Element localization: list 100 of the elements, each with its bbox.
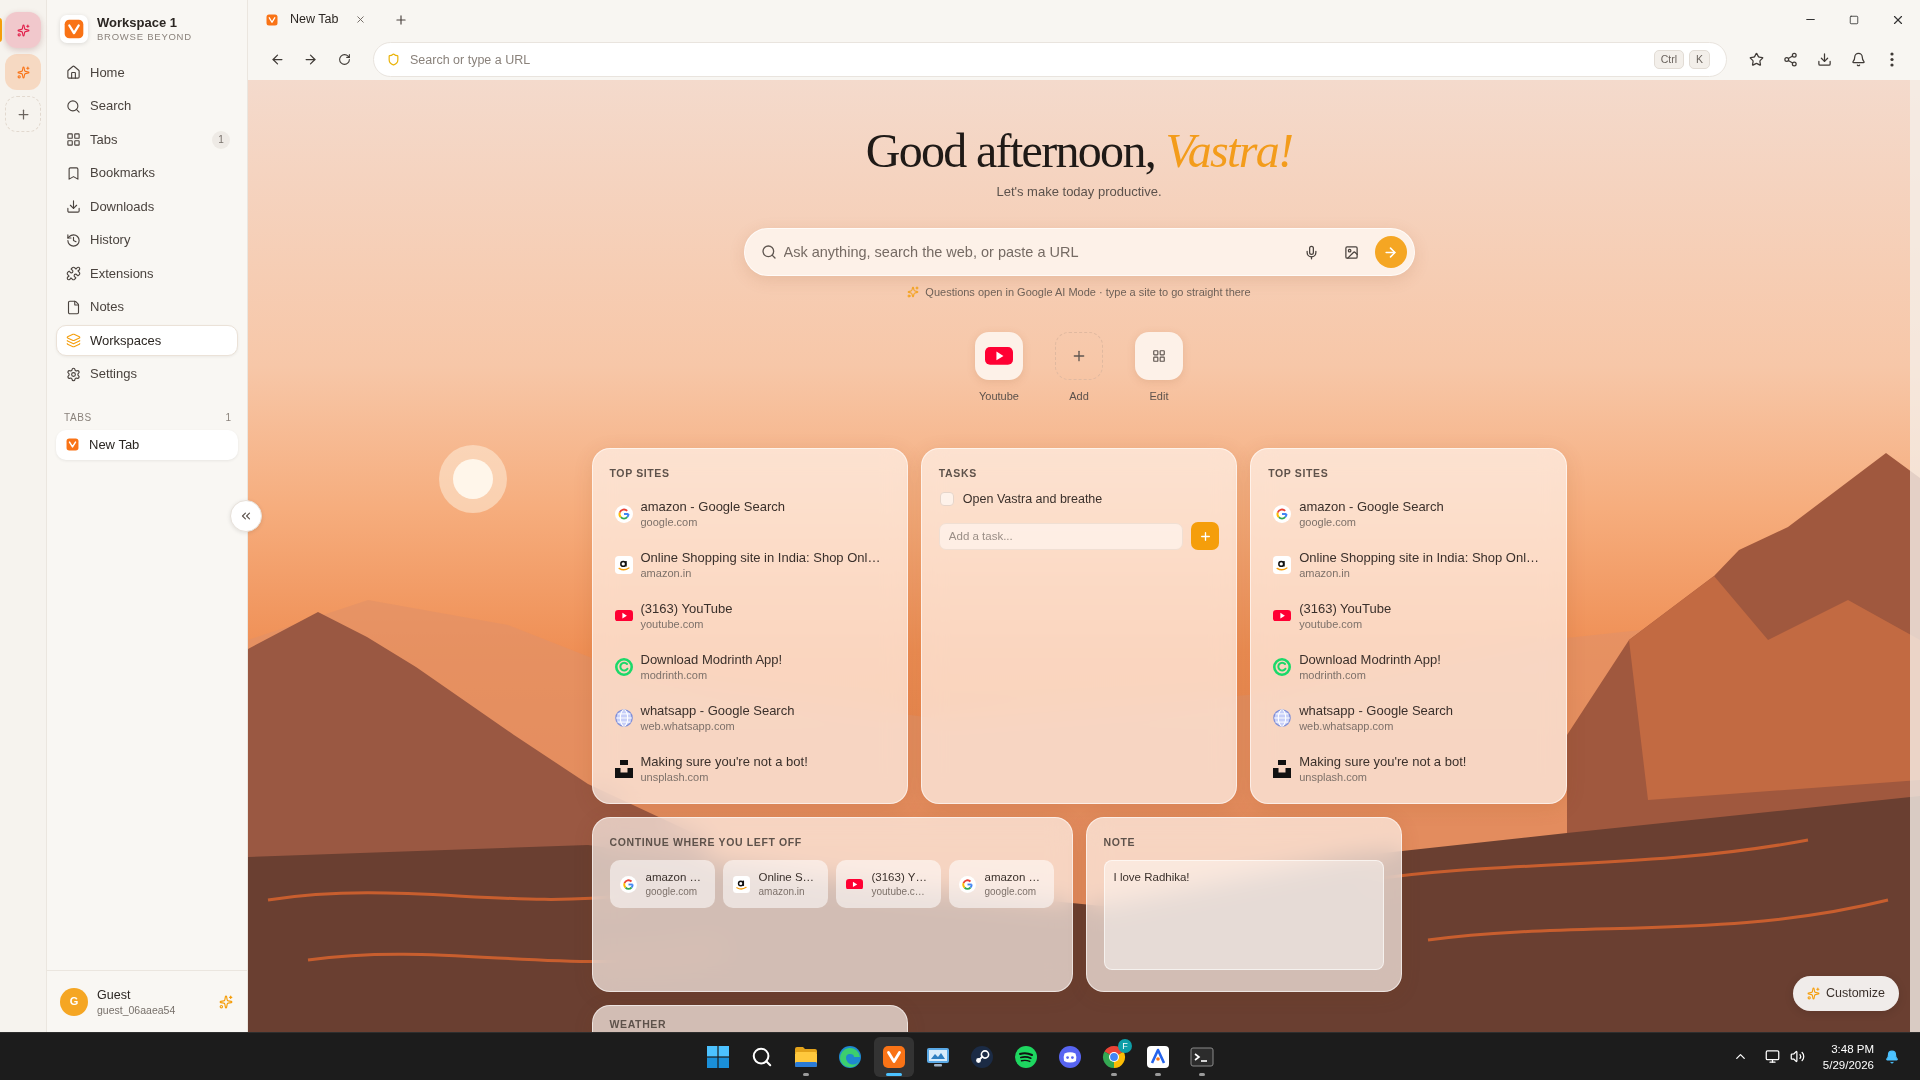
customize-button[interactable]: Customize <box>1792 976 1899 1011</box>
maximize-icon <box>1849 14 1859 25</box>
nav-item[interactable]: Settings <box>56 358 238 390</box>
sparkle-icon <box>1806 987 1820 1000</box>
smile-logo-icon <box>732 875 750 893</box>
bell-icon <box>1885 1049 1899 1064</box>
block-logo-icon <box>1273 759 1292 778</box>
clock[interactable]: 3:48 PM 5/29/2026 <box>1812 1036 1878 1077</box>
screen-icon <box>926 1045 950 1068</box>
sparkle-icon <box>219 994 233 1009</box>
g-logo-icon <box>958 875 976 893</box>
terminal-icon <box>1190 1045 1214 1068</box>
site-link[interactable]: whatsapp - Google Search web.whatsapp.com <box>609 692 890 743</box>
workspace-button[interactable] <box>5 12 41 48</box>
shortcut-label: Youtube <box>979 389 1019 403</box>
settings-icon <box>66 366 81 382</box>
site-link[interactable]: Download Modrinth App! modrinth.com <box>1268 641 1549 692</box>
menu-icon <box>1890 52 1894 67</box>
widget-heading: WEATHER <box>609 1018 668 1030</box>
tab-list-item[interactable]: New Tab <box>56 429 238 460</box>
site-link[interactable]: Online Shopping site in India: Shop Onl… amazon.in <box>609 539 890 590</box>
nav-item[interactable]: Bookmarks <box>56 157 238 189</box>
workspace-name: Workspace 1 <box>97 15 178 31</box>
image-icon <box>1344 244 1359 260</box>
smile-logo-icon <box>1273 555 1292 574</box>
plus-icon <box>1198 529 1212 543</box>
globe-icon <box>614 708 633 727</box>
task-input[interactable]: Add a task... <box>938 522 1184 550</box>
document-icon <box>66 299 81 315</box>
site-link[interactable]: whatsapp - Google Search web.whatsapp.com <box>1268 692 1549 743</box>
shortcut-tile[interactable] <box>975 332 1023 380</box>
search-icon <box>751 1045 773 1068</box>
note-field[interactable]: I love Radhika! <box>1103 860 1384 970</box>
count-badge: 1 <box>212 130 230 149</box>
widget-heading: CONTINUE WHERE YOU LEFT OFF <box>609 835 803 849</box>
plus-icon <box>394 12 409 27</box>
nav-item[interactable]: Extensions <box>56 258 238 289</box>
site-link[interactable]: Making sure you're not a bot! unsplash.com <box>1268 743 1549 794</box>
avatar: G <box>60 987 88 1016</box>
site-link[interactable]: Making sure you're not a bot! unsplash.com <box>609 743 890 794</box>
profile-badge: F <box>1118 1038 1132 1053</box>
site-link[interactable]: (3163) YouTube youtube.com <box>609 590 890 641</box>
browser-tab[interactable]: New Tab <box>254 4 375 35</box>
recent-page-link[interactable]: amazon … google.com <box>948 860 1054 908</box>
nav-item[interactable]: Search <box>56 90 238 122</box>
edit-shortcuts-button[interactable] <box>1135 332 1183 380</box>
user-name: Guest <box>97 986 132 1003</box>
layers-icon <box>66 333 81 348</box>
v-logo-icon <box>66 438 79 451</box>
site-link[interactable]: amazon - Google Search google.com <box>609 488 890 539</box>
nav-item[interactable]: Workspaces <box>56 325 238 356</box>
search-field[interactable]: Ask anything, search the web, or paste a URL <box>743 228 1415 276</box>
close-icon <box>354 14 366 25</box>
v-logo-icon <box>882 1044 906 1069</box>
widget-heading: TOP SITES <box>1268 466 1330 480</box>
round-logo-icon <box>970 1044 994 1069</box>
arrow-right-icon <box>302 52 318 67</box>
g-logo-icon <box>619 875 637 893</box>
wave-circle-icon <box>1014 1044 1038 1069</box>
site-link[interactable]: Download Modrinth App! modrinth.com <box>609 641 890 692</box>
recent-page-link[interactable]: amazon … google.com <box>609 860 715 908</box>
section-heading: TABS <box>64 410 92 425</box>
speaker-icon <box>1789 1049 1805 1064</box>
recent-page-link[interactable]: Online S… amazon.in <box>722 860 828 908</box>
nav-item[interactable]: Downloads <box>56 191 238 222</box>
workspace-tagline: BROWSE BEYOND <box>97 31 192 43</box>
v-logo-icon <box>60 15 88 43</box>
search-icon <box>760 244 777 260</box>
share-icon <box>1782 52 1798 67</box>
user-handle: guest_06aaea54 <box>97 1002 177 1017</box>
checkbox[interactable] <box>939 492 954 506</box>
four-squares-icon <box>707 1045 729 1068</box>
bookmark-icon <box>66 165 81 181</box>
nav-item[interactable]: Notes <box>56 291 238 323</box>
swirl-icon <box>838 1044 862 1069</box>
plus-icon <box>1071 348 1087 364</box>
sparkle-icon <box>907 286 920 298</box>
widget-heading: TOP SITES <box>609 466 671 480</box>
chevrons-left-icon <box>239 509 253 523</box>
sun <box>439 445 507 513</box>
site-link[interactable]: Online Shopping site in India: Shop Onl… amazon.in <box>1268 539 1549 590</box>
recent-page-link[interactable]: (3163) Y… youtube.c… <box>835 860 941 908</box>
g-logo-icon <box>614 504 633 523</box>
arrow-right-icon <box>1383 244 1398 260</box>
taskbar-app[interactable] <box>874 1036 914 1077</box>
site-link[interactable]: (3163) YouTube youtube.com <box>1268 590 1549 641</box>
nav-item[interactable]: History <box>56 224 238 256</box>
play-button-icon <box>1273 609 1292 622</box>
search-icon <box>66 98 81 114</box>
play-button-icon <box>614 609 633 622</box>
home-icon <box>66 65 81 80</box>
plus-icon <box>15 106 31 122</box>
section-count: 1 <box>225 410 231 425</box>
segmented-circle-icon <box>1102 1044 1126 1069</box>
grid-icon <box>1152 349 1166 363</box>
nav-item[interactable]: Tabs 1 <box>56 124 238 155</box>
v-logo-icon <box>266 13 278 26</box>
site-link[interactable]: amazon - Google Search google.com <box>1268 488 1549 539</box>
nav-item[interactable]: Home <box>56 57 238 88</box>
history-icon <box>66 232 81 248</box>
